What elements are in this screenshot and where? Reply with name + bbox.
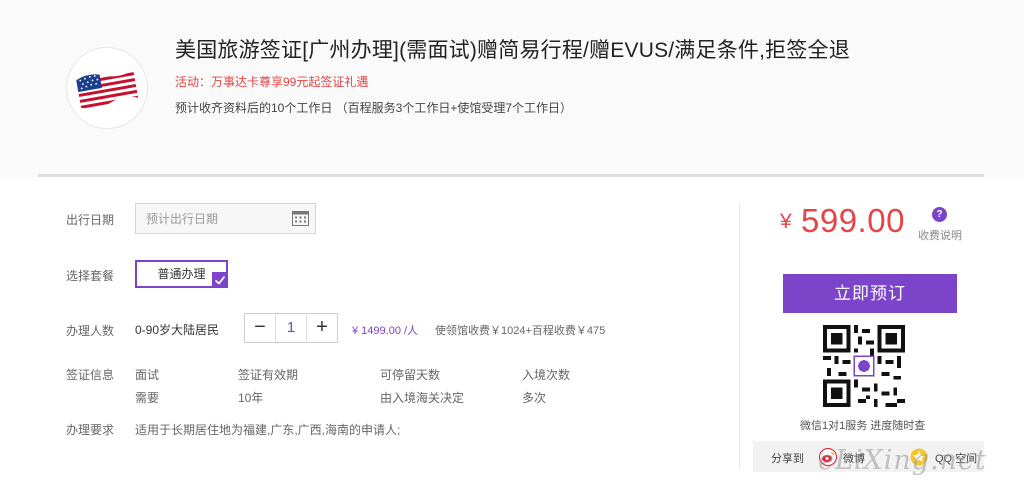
visa-value-interview: 需要 [135,391,160,405]
package-option-standard[interactable]: 普通办理 [135,260,228,288]
package-label: 选择套餐 [66,269,115,283]
visa-info-label: 签证信息 [66,368,115,382]
book-now-button[interactable]: 立即预订 [783,274,957,313]
column-divider [739,203,740,469]
promo-link[interactable]: 活动：万事达卡尊享99元起签证礼遇 [175,73,368,90]
quantity-stepper: − 1 + [244,313,338,343]
visa-header-interview: 面试 [135,368,160,382]
visa-value-stay: 由入境海关决定 [380,391,465,405]
help-icon[interactable]: ? [932,207,947,222]
fee-breakdown: 使领馆收费￥1024+百程收费￥475 [435,325,606,337]
requirements-text: 适用于长期居住地为福建,广东,广西,海南的申请人; [135,423,401,437]
package-option-label: 普通办理 [157,267,206,281]
currency-symbol: ¥ [780,210,792,233]
calendar-icon[interactable] [292,210,309,226]
visa-header-stay: 可停留天数 [380,368,441,382]
flag-badge [66,47,148,129]
product-title: 美国旅游签证[广州办理](需面试)赠简易行程/赠EVUS/满足条件,拒签全退 [175,39,850,62]
share-label: 分享到 [771,453,804,465]
fee-explanation-link[interactable]: 收费说明 [918,227,962,243]
applicant-label: 办理人数 [66,324,115,338]
site-watermark: eLiXing.net [818,445,987,476]
price: 599.00 [801,202,905,239]
visa-header-entries: 入境次数 [522,368,571,382]
us-flag-icon [75,67,139,111]
booking-panel: 出行日期 选择套餐 普通办理 办理人数 0-90岁大陆居民 − 1 + ¥ 14… [0,177,1024,495]
requirements-label: 办理要求 [66,423,115,437]
quantity-value[interactable]: 1 [275,314,307,342]
unit-price: ¥ 1499.00 /人 [352,325,419,337]
increment-button[interactable]: + [307,314,337,342]
travel-date-input[interactable] [135,203,316,234]
visa-header-validity: 签证有效期 [238,368,299,382]
check-icon [212,272,228,288]
decrement-button[interactable]: − [245,314,275,342]
qr-caption: 微信1对1服务 进度随时查 [800,420,926,432]
processing-time: 预计收齐资料后的10个工作日 （百程服务3个工作日+使馆受理7个工作日） [175,101,573,115]
applicant-type: 0-90岁大陆居民 [135,323,220,337]
visa-value-validity: 10年 [238,391,264,405]
date-label: 出行日期 [66,213,115,227]
qr-code-icon [823,325,905,407]
product-header: 美国旅游签证[广州办理](需面试)赠简易行程/赠EVUS/满足条件,拒签全退 活… [0,0,1024,176]
visa-value-entries: 多次 [522,391,547,405]
